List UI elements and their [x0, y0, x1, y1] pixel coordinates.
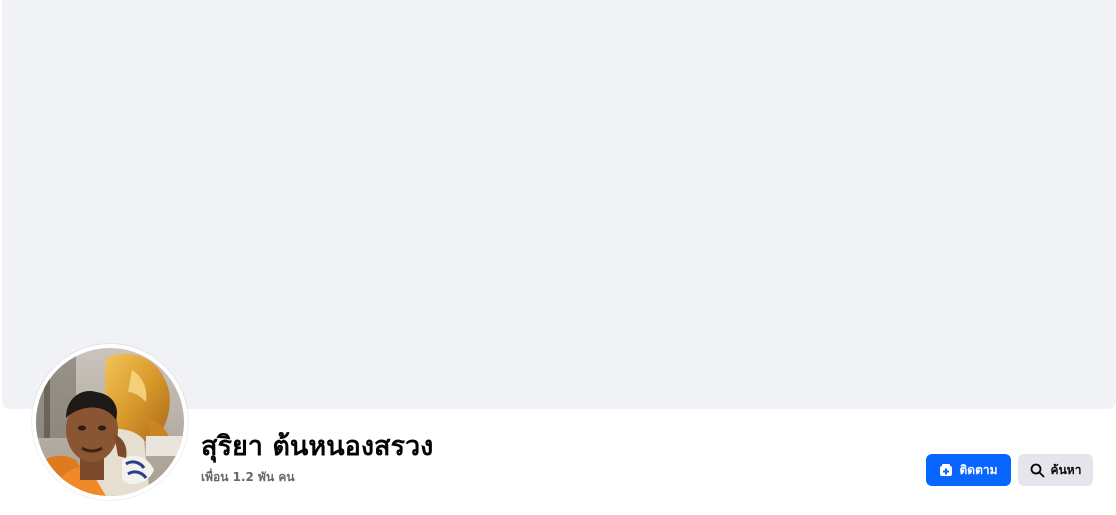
profile-header: สุริยา ต้นหนองสรวง เพื่อน 1.2 พัน คน ติด…: [0, 0, 1116, 515]
search-label: ค้นหา: [1050, 462, 1082, 477]
follow-icon: [939, 463, 953, 477]
avatar-image: [36, 348, 184, 496]
avatar[interactable]: [36, 348, 184, 496]
cover-photo[interactable]: [2, 0, 1116, 409]
follow-label: ติดตาม: [959, 462, 998, 477]
search-icon: [1030, 463, 1045, 478]
follow-button[interactable]: ติดตาม: [926, 454, 1011, 486]
profile-name: สุริยา ต้นหนองสรวง: [201, 431, 434, 462]
search-button[interactable]: ค้นหา: [1018, 454, 1093, 486]
friends-count[interactable]: เพื่อน 1.2 พัน คน: [201, 468, 295, 486]
profile-picture[interactable]: [32, 344, 188, 500]
